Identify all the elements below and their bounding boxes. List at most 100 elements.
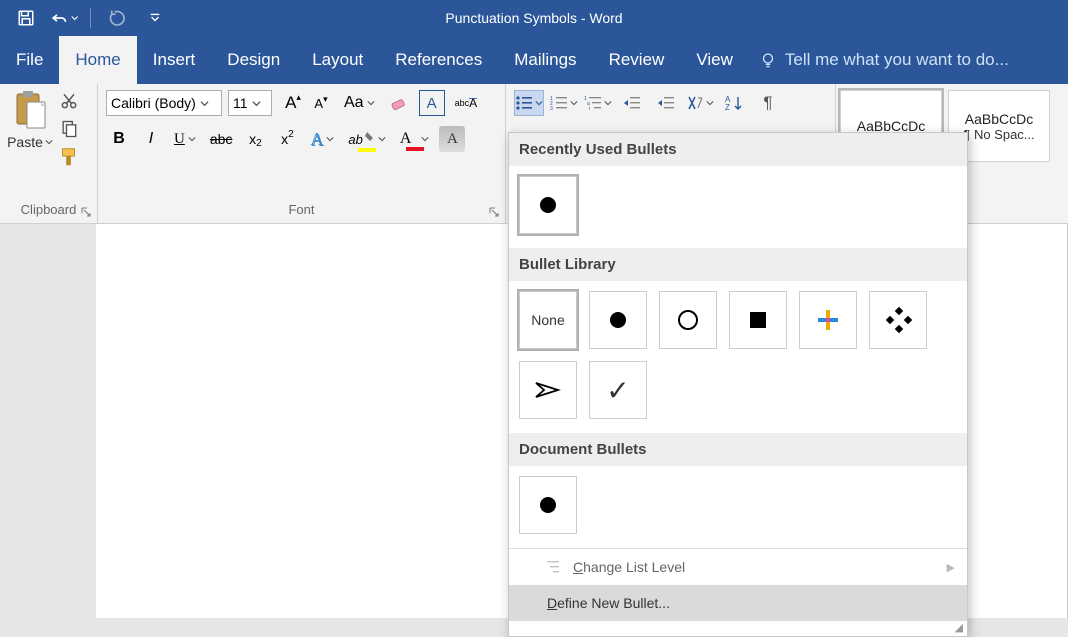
phonetic-guide-button[interactable]: abcA	[451, 90, 482, 116]
tab-file[interactable]: File	[0, 36, 59, 84]
format-painter-icon[interactable]	[58, 146, 80, 168]
dialog-launcher-icon[interactable]	[489, 203, 499, 225]
tell-me-placeholder: Tell me what you want to do...	[785, 50, 1009, 70]
indent-icon	[657, 95, 675, 111]
chevron-down-icon	[378, 135, 386, 143]
bullets-dropdown: Recently Used Bullets Bullet Library Non…	[508, 132, 968, 637]
tab-references[interactable]: References	[379, 36, 498, 84]
multilevel-icon: 1 a i	[584, 95, 602, 111]
sort-icon: AZ	[725, 95, 743, 111]
font-name-combo[interactable]: Calibri (Body)	[106, 90, 222, 116]
bullet-checkmark[interactable]: ✓	[589, 361, 647, 419]
group-clipboard: Paste Clipboard	[0, 84, 98, 223]
define-new-bullet-item[interactable]: Define New Bullet... Define New Bullet..…	[509, 585, 967, 621]
character-shading-button[interactable]: A	[439, 126, 465, 152]
outdent-icon	[623, 95, 641, 111]
resize-grip-icon[interactable]: ◢	[509, 621, 967, 636]
tab-insert[interactable]: Insert	[137, 36, 212, 84]
recent-bullets-header: Recently Used Bullets	[509, 133, 967, 166]
qat-separator	[90, 8, 91, 28]
bullet-none[interactable]: None	[519, 291, 577, 349]
bullet-four-color-plus[interactable]	[799, 291, 857, 349]
numbering-icon: 1 2 3	[550, 95, 568, 111]
chevron-down-icon	[252, 95, 261, 111]
strikethrough-button[interactable]: abc	[206, 126, 237, 152]
chevron-down-icon	[71, 14, 78, 22]
left-gutter	[0, 224, 96, 618]
list-level-icon	[547, 560, 563, 574]
tab-review[interactable]: Review	[593, 36, 681, 84]
bullet-circle[interactable]	[659, 291, 717, 349]
character-border-button[interactable]: A	[419, 90, 445, 116]
clear-formatting-button[interactable]	[385, 90, 413, 116]
bullet-document-disc[interactable]	[519, 476, 577, 534]
decrease-indent-button[interactable]	[618, 90, 646, 116]
chevron-down-icon	[535, 99, 543, 107]
tab-home[interactable]: Home	[59, 36, 136, 84]
underline-button[interactable]: U	[170, 126, 200, 152]
eraser-icon	[389, 93, 409, 113]
svg-text:i: i	[589, 106, 590, 111]
change-case-button[interactable]: Aa	[340, 90, 379, 116]
undo-icon[interactable]	[50, 4, 78, 32]
copy-icon[interactable]	[58, 118, 80, 140]
text-effects-button[interactable]: A	[306, 126, 338, 152]
highlighter-icon	[365, 132, 375, 146]
asian-layout-icon	[686, 95, 704, 111]
paste-button[interactable]: Paste	[4, 88, 56, 199]
cut-icon[interactable]	[58, 90, 80, 112]
tab-design[interactable]: Design	[211, 36, 296, 84]
tell-me-search[interactable]: Tell me what you want to do...	[749, 36, 1019, 84]
font-size-combo[interactable]: 11	[228, 90, 272, 116]
highlight-button[interactable]: ab	[344, 126, 389, 152]
chevron-down-icon	[421, 135, 429, 143]
bullet-four-diamond[interactable]	[869, 291, 927, 349]
increase-indent-button[interactable]	[652, 90, 680, 116]
bold-button[interactable]: B	[106, 126, 132, 152]
group-font: Calibri (Body) 11 A▴ A▾ Aa A abcA	[98, 84, 506, 223]
multilevel-list-button[interactable]: 1 a i	[584, 90, 612, 116]
redo-icon[interactable]	[103, 4, 131, 32]
save-icon[interactable]	[12, 4, 40, 32]
svg-text:3: 3	[550, 106, 553, 111]
tab-mailings[interactable]: Mailings	[498, 36, 592, 84]
bullet-disc[interactable]	[589, 291, 647, 349]
qat-customize-icon[interactable]	[141, 4, 169, 32]
change-list-level-item: CChange List Levelhange List Level ▶	[509, 549, 967, 585]
chevron-right-icon: ▶	[947, 561, 955, 574]
chevron-down-icon	[570, 99, 578, 107]
numbering-button[interactable]: 1 2 3	[550, 90, 578, 116]
chevron-down-icon	[604, 99, 612, 107]
bullets-button[interactable]	[514, 90, 544, 116]
svg-text:Z: Z	[725, 103, 730, 111]
clipboard-icon	[13, 90, 47, 130]
bullets-icon	[515, 95, 533, 111]
quick-access-toolbar	[0, 0, 181, 36]
chevron-down-icon	[326, 135, 334, 143]
tab-layout[interactable]: Layout	[296, 36, 379, 84]
sort-button[interactable]: AZ	[720, 90, 748, 116]
subscript-button[interactable]: x2	[242, 126, 268, 152]
bullet-arrowhead[interactable]	[519, 361, 577, 419]
ribbon-tabs: File Home Insert Design Layout Reference…	[0, 36, 1068, 84]
bullet-library-header: Bullet Library	[509, 248, 967, 281]
chevron-down-icon	[706, 99, 714, 107]
italic-button[interactable]: I	[138, 126, 164, 152]
asian-layout-button[interactable]	[686, 90, 714, 116]
chevron-down-icon	[367, 99, 375, 107]
bullet-square[interactable]	[729, 291, 787, 349]
superscript-button[interactable]: x2	[274, 126, 300, 152]
title-bar: Punctuation Symbols - Word	[0, 0, 1068, 36]
font-color-button[interactable]: A	[396, 126, 434, 152]
chevron-down-icon	[45, 138, 53, 146]
dialog-launcher-icon[interactable]	[81, 203, 91, 225]
shrink-font-button[interactable]: A▾	[308, 90, 334, 116]
grow-font-button[interactable]: A▴	[280, 90, 306, 116]
paste-label: Paste	[7, 134, 43, 150]
group-label-clipboard: Clipboard	[0, 199, 97, 223]
bullet-recent-disc[interactable]	[519, 176, 577, 234]
show-marks-button[interactable]: ¶	[754, 90, 782, 116]
chevron-down-icon	[188, 135, 196, 143]
tab-view[interactable]: View	[680, 36, 749, 84]
window-title: Punctuation Symbols - Word	[445, 10, 622, 26]
